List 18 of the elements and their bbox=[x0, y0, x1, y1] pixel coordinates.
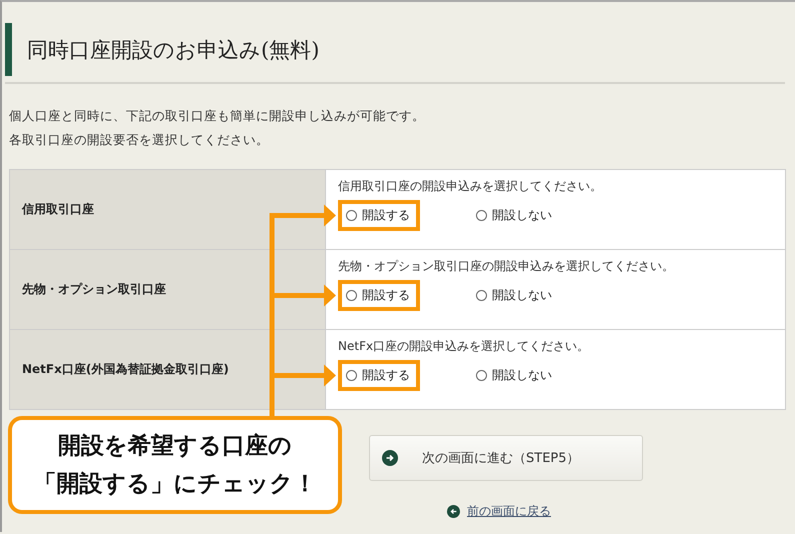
prompt-text: 信用取引口座の開設申込みを選択してください。 bbox=[338, 178, 603, 194]
intro-text: 各取引口座の開設要否を選択してください。 bbox=[9, 131, 270, 149]
prompt-text: NetFx口座の開設申込みを選択してください。 bbox=[338, 338, 590, 354]
intro-text: 個人口座と同時に、下記の取引口座も簡単に開設申し込みが可能です。 bbox=[9, 107, 426, 125]
radio-option[interactable]: 開設しない bbox=[468, 200, 562, 231]
prompt-text: 先物・オプション取引口座の開設申込みを選択してください。 bbox=[338, 258, 675, 274]
radio-option[interactable]: 開設する bbox=[338, 360, 420, 391]
radio-option[interactable]: 開設する bbox=[338, 280, 420, 311]
radio-option[interactable]: 開設する bbox=[338, 200, 420, 231]
back-link[interactable]: 前の画面に戻る bbox=[467, 503, 551, 520]
next-button[interactable]: 次の画面に進む（STEP5） bbox=[369, 435, 643, 481]
account-name-cell: 信用取引口座 bbox=[9, 170, 325, 250]
page-title: 同時口座開設のお申込み(無料) bbox=[27, 36, 320, 64]
account-name-cell: NetFx口座(外国為替証拠金取引口座) bbox=[9, 330, 325, 410]
callout-note: 開設を希望する口座の 「開設する」にチェック！ bbox=[8, 416, 342, 514]
radio-option[interactable]: 開設しない bbox=[468, 360, 562, 391]
radio-option[interactable]: 開設しない bbox=[468, 280, 562, 311]
account-name-cell: 先物・オプション取引口座 bbox=[9, 250, 325, 330]
